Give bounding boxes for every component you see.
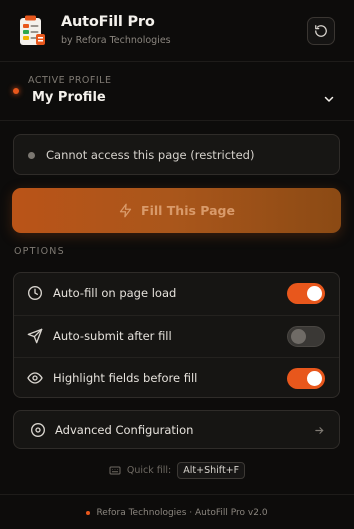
autofill-on-load-toggle[interactable]: [287, 283, 325, 304]
advanced-configuration-button[interactable]: Advanced Configuration: [13, 410, 340, 449]
app-title: AutoFill Pro: [61, 14, 155, 30]
fill-page-label: Fill This Page: [141, 203, 235, 218]
option-label: Auto-fill on page load: [53, 286, 177, 300]
option-row-autofill-on-load: Auto-fill on page load: [14, 273, 339, 314]
profile-active-indicator: [13, 88, 19, 94]
option-row-highlight-fields: Highlight fields before fill: [14, 357, 339, 399]
page-status-box: Cannot access this page (restricted): [13, 134, 340, 175]
autosubmit-toggle[interactable]: [287, 326, 325, 347]
advanced-configuration-label: Advanced Configuration: [55, 423, 194, 437]
footer-dot: [86, 510, 91, 515]
option-label: Highlight fields before fill: [53, 371, 198, 385]
fill-page-button[interactable]: Fill This Page: [12, 188, 341, 233]
options-section-label: OPTIONS: [14, 246, 65, 257]
send-icon: [27, 328, 43, 344]
arrow-right-icon: [315, 427, 324, 434]
lightning-icon: [119, 203, 132, 218]
app-subtitle: by Refora Technologies: [61, 35, 171, 46]
toggle-knob: [291, 329, 306, 344]
status-text: Cannot access this page (restricted): [46, 148, 255, 162]
chevron-down-icon: [324, 96, 334, 102]
profile-selected-value: My Profile: [32, 90, 106, 105]
quick-fill-shortcut: Alt+Shift+F: [177, 461, 246, 479]
quick-fill-label: Quick fill:: [126, 464, 172, 476]
toggle-knob: [307, 371, 322, 386]
option-row-autosubmit: Auto-submit after fill: [14, 315, 339, 357]
popup-header: AutoFill Pro by Refora Technologies: [0, 0, 354, 62]
clipboard-form-icon: [20, 15, 45, 45]
profile-selector[interactable]: ACTIVE PROFILE My Profile: [0, 62, 354, 121]
eye-icon: [27, 372, 43, 384]
highlight-fields-toggle[interactable]: [287, 368, 325, 389]
footer: Refora Technologies · AutoFill Pro v2.0: [0, 494, 354, 529]
clock-icon: [28, 286, 42, 300]
footer-text: Refora Technologies · AutoFill Pro v2.0: [96, 507, 268, 518]
options-panel: Auto-fill on page load Auto-submit after…: [13, 272, 340, 398]
keyboard-icon: [109, 466, 121, 474]
refresh-icon: [315, 25, 327, 37]
toggle-knob: [307, 286, 322, 301]
refresh-button[interactable]: [307, 17, 335, 45]
quick-fill-hint: Quick fill: Alt+Shift+F: [0, 461, 354, 479]
target-icon: [31, 423, 45, 437]
profile-label: ACTIVE PROFILE: [28, 75, 112, 86]
option-label: Auto-submit after fill: [53, 329, 172, 343]
status-dot: [28, 152, 35, 159]
